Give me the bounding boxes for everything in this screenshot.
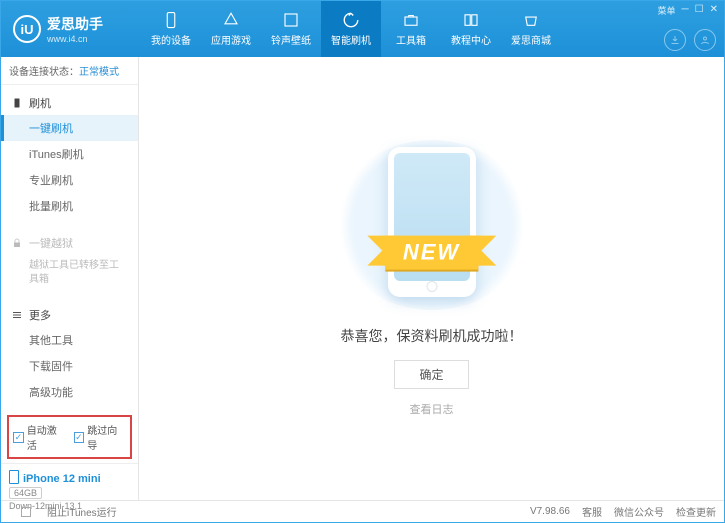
download-button[interactable]	[664, 29, 686, 51]
phone-icon	[11, 97, 23, 109]
success-illustration: NEW	[332, 140, 532, 310]
app-url: www.i4.cn	[47, 34, 103, 44]
phone-icon	[162, 11, 180, 29]
success-message: 恭喜您，保资料刷机成功啦！	[341, 326, 523, 346]
sidebar-head-more[interactable]: 更多	[1, 303, 138, 327]
menu-button[interactable]: 菜单	[658, 4, 676, 17]
sidebar-item-pro-flash[interactable]: 专业刷机	[1, 167, 138, 193]
flash-icon	[342, 11, 360, 29]
app-header: iU 爱思助手 www.i4.cn 我的设备 应用游戏 铃声壁纸 智能刷机 工具…	[1, 1, 724, 57]
device-storage: 64GB	[9, 487, 42, 499]
book-icon	[462, 11, 480, 29]
version-label: V7.98.66	[530, 506, 570, 517]
nav-apps[interactable]: 应用游戏	[201, 1, 261, 57]
checkbox-skip-guide[interactable]: ✓跳过向导	[74, 422, 127, 452]
connection-status: 设备连接状态：正常模式	[1, 57, 138, 85]
sidebar-item-other-tools[interactable]: 其他工具	[1, 327, 138, 353]
logo-icon: iU	[13, 15, 41, 43]
maximize-button[interactable]: ☐	[695, 4, 704, 17]
sidebar-item-itunes-flash[interactable]: iTunes刷机	[1, 141, 138, 167]
view-log-link[interactable]: 查看日志	[410, 401, 454, 417]
nav-flash[interactable]: 智能刷机	[321, 1, 381, 57]
store-icon	[522, 11, 540, 29]
apps-icon	[222, 11, 240, 29]
sidebar-item-oneclick-flash[interactable]: 一键刷机	[1, 115, 138, 141]
logo: iU 爱思助手 www.i4.cn	[1, 14, 141, 44]
jailbreak-note: 越狱工具已转移至工具箱	[1, 255, 138, 291]
app-name: 爱思助手	[47, 14, 103, 34]
footer-service[interactable]: 客服	[582, 504, 602, 519]
main-content: NEW 恭喜您，保资料刷机成功啦！ 确定 查看日志	[139, 57, 724, 500]
device-name: iPhone 12 mini	[9, 470, 130, 485]
checkbox-icon	[21, 507, 31, 517]
lock-icon	[11, 237, 23, 249]
header-actions	[664, 29, 716, 51]
sidebar-item-advanced[interactable]: 高级功能	[1, 379, 138, 405]
nav-ringtones[interactable]: 铃声壁纸	[261, 1, 321, 57]
sidebar: 设备连接状态：正常模式 刷机 一键刷机 iTunes刷机 专业刷机 批量刷机 一…	[1, 57, 139, 500]
checkbox-block-itunes[interactable]: 阻止iTunes运行	[9, 504, 117, 519]
nav-my-device[interactable]: 我的设备	[141, 1, 201, 57]
user-icon	[699, 34, 711, 46]
sidebar-head-jailbreak: 一键越狱	[1, 231, 138, 255]
sidebar-item-download-fw[interactable]: 下载固件	[1, 353, 138, 379]
footer-update[interactable]: 检查更新	[676, 504, 716, 519]
top-nav: 我的设备 应用游戏 铃声壁纸 智能刷机 工具箱 教程中心 爱思商城	[141, 1, 561, 57]
minimize-button[interactable]: ─	[682, 4, 689, 17]
new-banner: NEW	[385, 235, 478, 269]
phone-graphic	[388, 147, 476, 297]
check-icon: ✓	[74, 432, 85, 443]
close-button[interactable]: ✕	[710, 4, 718, 17]
sidebar-head-flash[interactable]: 刷机	[1, 91, 138, 115]
nav-toolbox[interactable]: 工具箱	[381, 1, 441, 57]
download-icon	[669, 34, 681, 46]
checkbox-auto-activate[interactable]: ✓自动激活	[13, 422, 66, 452]
check-icon: ✓	[13, 432, 24, 443]
options-highlight: ✓自动激活 ✓跳过向导	[7, 415, 132, 459]
toolbox-icon	[402, 11, 420, 29]
status-bar: 阻止iTunes运行 V7.98.66 客服 微信公众号 检查更新	[1, 500, 724, 522]
nav-store[interactable]: 爱思商城	[501, 1, 561, 57]
account-button[interactable]	[694, 29, 716, 51]
footer-wechat[interactable]: 微信公众号	[614, 504, 664, 519]
nav-tutorials[interactable]: 教程中心	[441, 1, 501, 57]
window-controls: 菜单 ─ ☐ ✕	[658, 4, 718, 17]
sidebar-item-batch-flash[interactable]: 批量刷机	[1, 193, 138, 219]
wallpaper-icon	[282, 11, 300, 29]
menu-icon	[11, 309, 23, 321]
ok-button[interactable]: 确定	[394, 360, 468, 389]
